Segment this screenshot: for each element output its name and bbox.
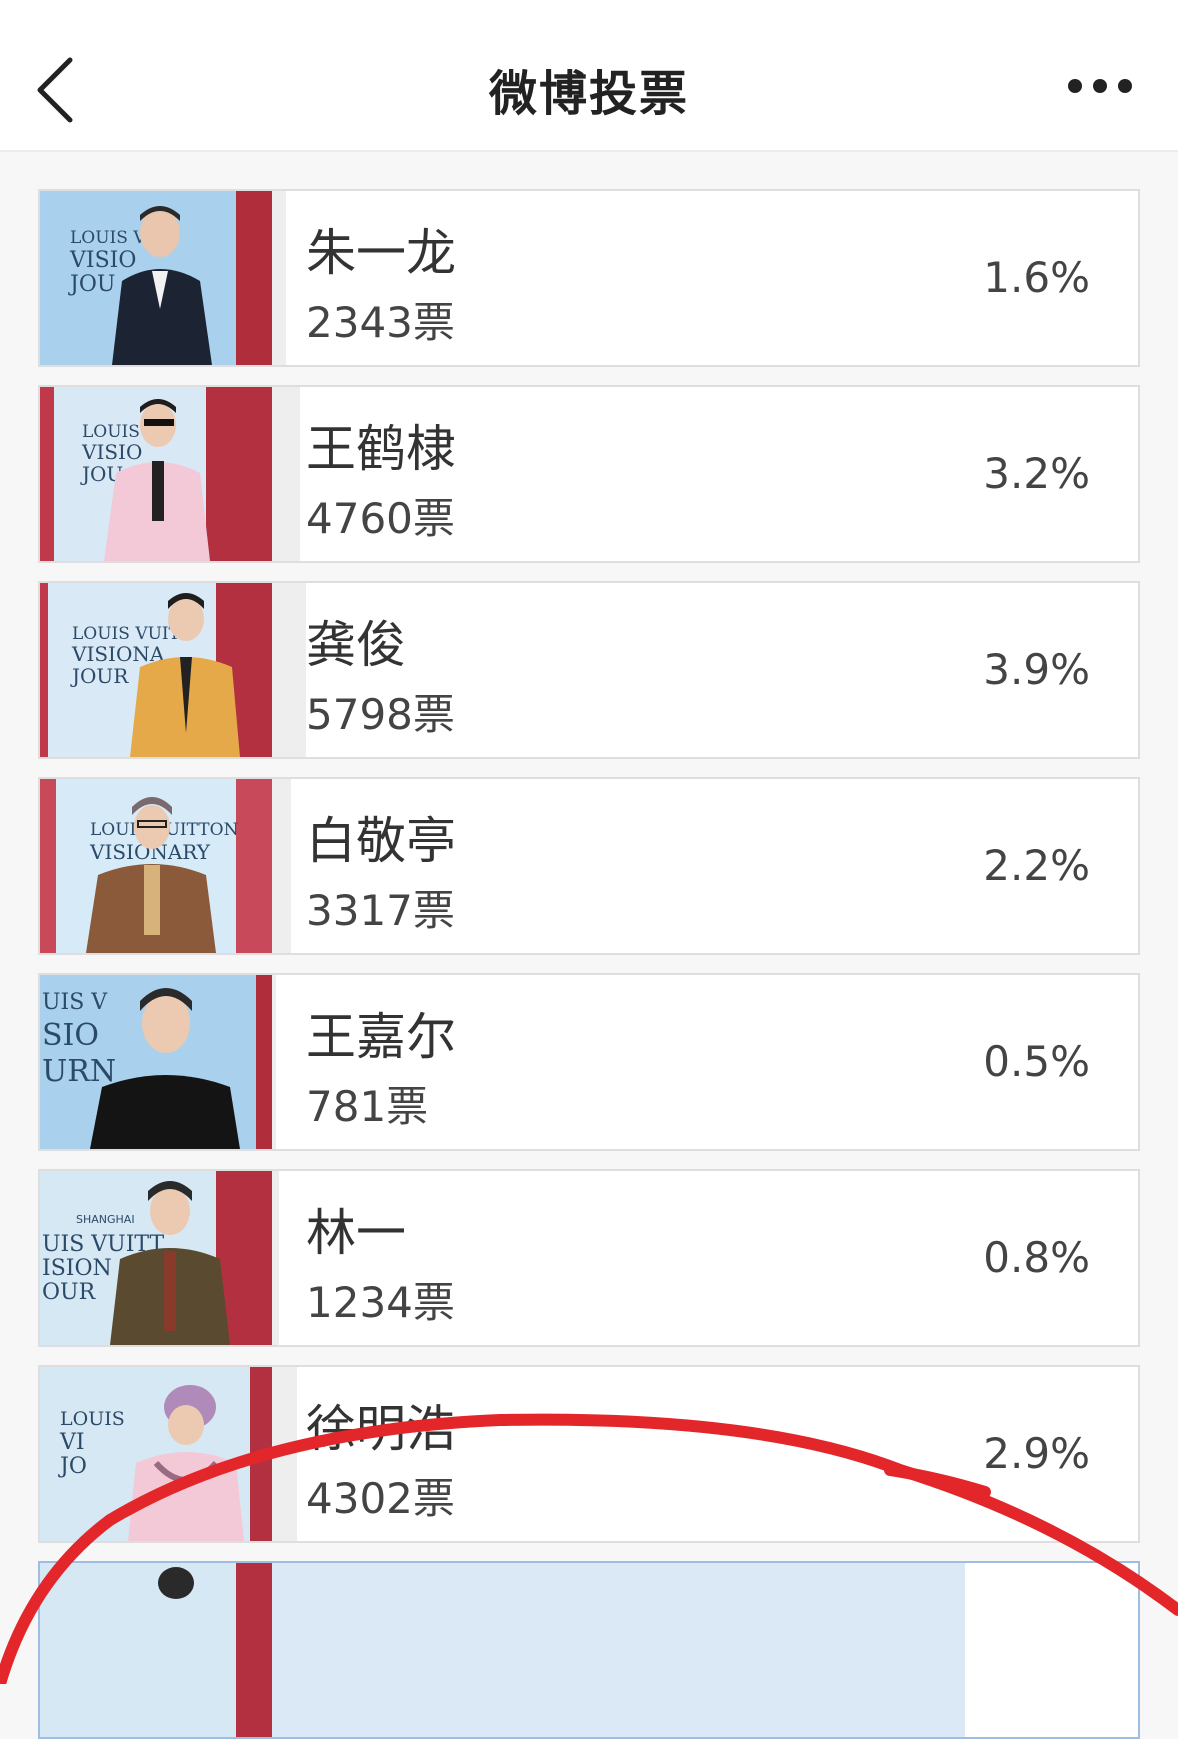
page-title: 微博投票 xyxy=(488,66,689,122)
candidate-name: 朱一龙 xyxy=(306,224,456,282)
candidate-name: 龚俊 xyxy=(306,616,406,674)
vote-option-card[interactable]: LOUIS VI JO 徐明浩 4302票 2.9% xyxy=(38,1365,1140,1543)
vote-percent: 3.2% xyxy=(983,449,1090,498)
candidate-name: 白敬亭 xyxy=(306,812,456,870)
more-dots-icon xyxy=(1068,79,1132,93)
vote-count: 2343票 xyxy=(306,298,455,347)
vote-percent: 3.9% xyxy=(983,645,1090,694)
vote-count: 4302票 xyxy=(306,1474,455,1523)
svg-text:JO: JO xyxy=(58,1454,87,1479)
svg-text:JOUR: JOUR xyxy=(70,664,129,688)
candidate-name: 王鹤棣 xyxy=(306,420,456,478)
svg-text:LOUIS V: LOUIS V xyxy=(70,228,146,248)
vote-count: 5798票 xyxy=(306,690,455,739)
candidate-photo: LOUIS V VISIO JOU xyxy=(40,191,272,365)
vote-percent: 2.2% xyxy=(983,841,1090,890)
vote-count: 4760票 xyxy=(306,494,455,543)
svg-text:VISIONA: VISIONA xyxy=(71,642,165,666)
more-button[interactable] xyxy=(1060,66,1160,106)
vote-count: 3317票 xyxy=(306,886,455,935)
svg-text:JOU: JOU xyxy=(68,272,115,297)
svg-text:VI: VI xyxy=(59,1430,85,1455)
candidate-name: 徐明浩 xyxy=(306,1400,456,1458)
vote-percent: 1.6% xyxy=(983,253,1090,302)
vote-count: 781票 xyxy=(306,1082,429,1131)
vote-option-card[interactable] xyxy=(38,1561,1140,1739)
svg-text:UIS V: UIS V xyxy=(42,990,108,1015)
svg-text:SHANGHAI: SHANGHAI xyxy=(76,1213,135,1226)
vote-option-card[interactable]: LOUIS VUITTON VISIONARY 白敬亭 3317票 2.2% xyxy=(38,777,1140,955)
svg-text:URN: URN xyxy=(42,1054,116,1089)
vote-percent: 0.5% xyxy=(983,1037,1090,1086)
svg-text:SIO: SIO xyxy=(42,1018,99,1053)
svg-text:LOUIS VUIT: LOUIS VUIT xyxy=(72,624,181,644)
vote-option-card[interactable]: LOUIS V VISIO JOU 朱一龙 2343票 1.6% xyxy=(38,189,1140,367)
candidate-photo: LOUIS VUITTON VISIONARY xyxy=(40,779,272,953)
svg-text:VISIO: VISIO xyxy=(81,440,142,464)
candidate-photo: UIS V SIO URN xyxy=(40,975,272,1149)
candidate-photo: SHANGHAI UIS VUITT ISION OUR xyxy=(40,1171,272,1345)
candidate-name: 林一 xyxy=(306,1204,406,1262)
candidate-photo: LOUIS VI JO xyxy=(40,1367,272,1541)
vote-percent: 2.9% xyxy=(983,1429,1090,1478)
candidate-name: 王嘉尔 xyxy=(306,1008,456,1066)
candidate-photo: LOUIS V VISIO JOU xyxy=(40,387,272,561)
vote-count: 1234票 xyxy=(306,1278,455,1327)
svg-text:ISION: ISION xyxy=(42,1256,112,1281)
svg-text:LOUIS: LOUIS xyxy=(60,1408,125,1430)
svg-text:OUR: OUR xyxy=(42,1280,97,1305)
svg-text:VISIO: VISIO xyxy=(69,248,136,273)
vote-option-card[interactable]: LOUIS V VISIO JOU 王鹤棣 4760票 3.2% xyxy=(38,385,1140,563)
candidate-photo xyxy=(40,1563,272,1737)
top-nav-bar: 微博投票 xyxy=(0,0,1178,152)
vote-option-card[interactable]: LOUIS VUIT VISIONA JOUR 龚俊 5798票 3.9% xyxy=(38,581,1140,759)
vote-option-card[interactable]: SHANGHAI UIS VUITT ISION OUR 林一 1234票 0.… xyxy=(38,1169,1140,1347)
vote-percent: 0.8% xyxy=(983,1233,1090,1282)
vote-option-card[interactable]: UIS V SIO URN 王嘉尔 781票 0.5% xyxy=(38,973,1140,1151)
candidate-photo: LOUIS VUIT VISIONA JOUR xyxy=(40,583,272,757)
